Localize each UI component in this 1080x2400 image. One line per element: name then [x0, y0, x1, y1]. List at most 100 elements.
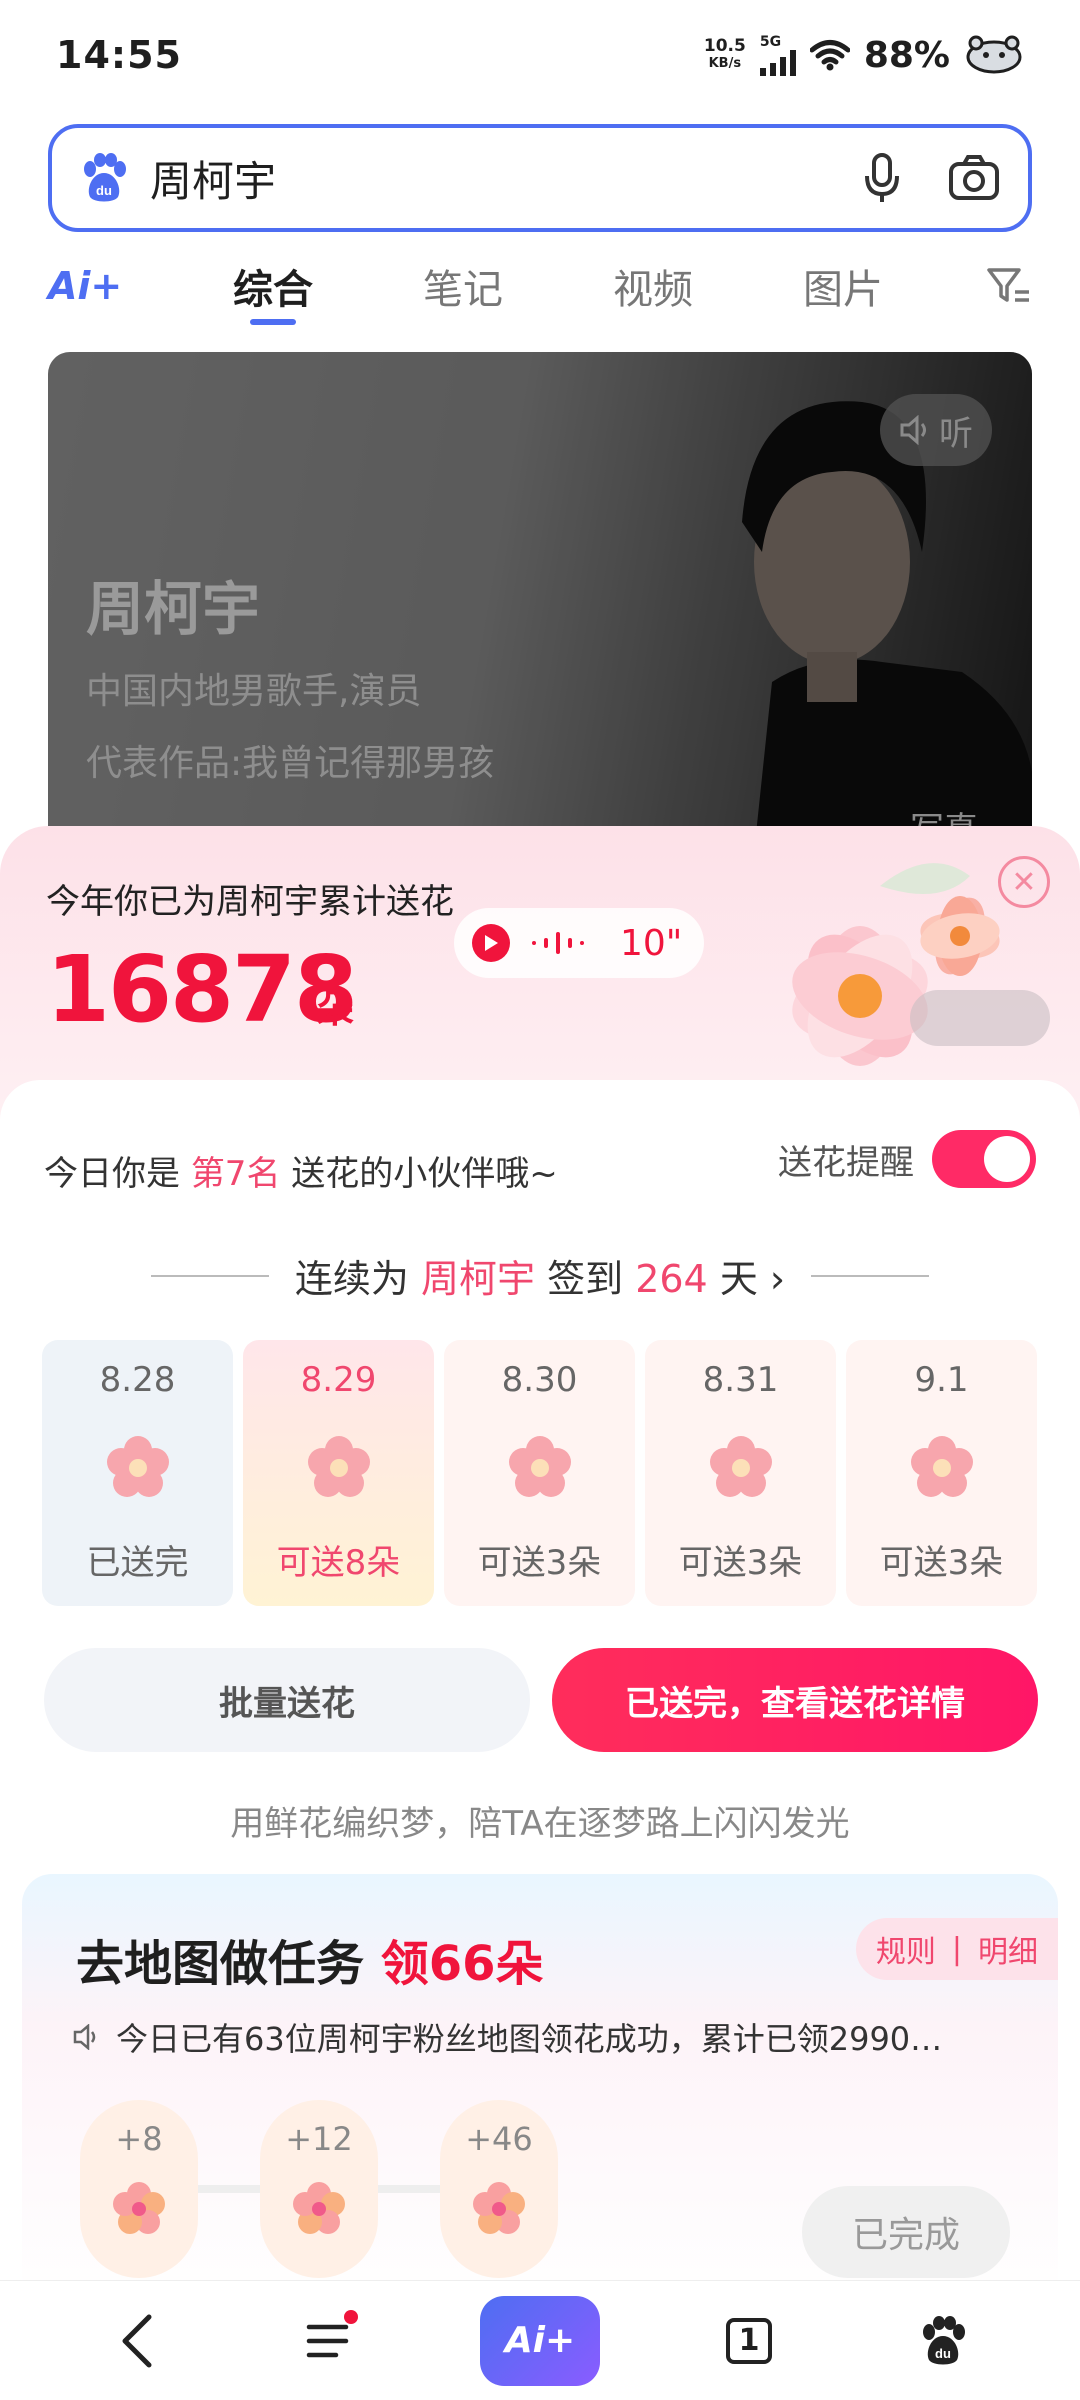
- status-bar: 14:55 10.5 KB/s 5G 88%: [0, 0, 1080, 110]
- tab-video[interactable]: 视频: [558, 257, 748, 315]
- day-status: 可送3朵: [879, 1543, 1004, 1583]
- notification-dot: [344, 2309, 358, 2324]
- net-speed-value: 10.5: [703, 36, 746, 56]
- streak-name: 周柯宇: [420, 1257, 535, 1301]
- day-status: 可送3朵: [477, 1543, 602, 1583]
- day-card[interactable]: 8.28 已送完: [42, 1340, 233, 1606]
- task-news: 今日已有63位周柯宇粉丝地图领花成功，累计已领2990…: [72, 2014, 1012, 2060]
- send-detail-button[interactable]: 已送完，查看送花详情: [552, 1648, 1038, 1752]
- tab-comprehensive[interactable]: 综合: [178, 257, 368, 325]
- flower-icon: [307, 1435, 370, 1497]
- reminder-toggle[interactable]: [932, 1130, 1036, 1188]
- menu-button[interactable]: [286, 2296, 376, 2386]
- chevron-right-icon: ›: [769, 1257, 786, 1301]
- celebrity-card[interactable]: 周柯宇 中国内地男歌手,演员 代表作品:我曾记得那男孩 听 写真: [48, 352, 1032, 872]
- streak-days: 264: [635, 1257, 708, 1301]
- flower-illustration: [792, 863, 1000, 1066]
- step-connector: [378, 2185, 440, 2193]
- flower-icon: [113, 2182, 165, 2234]
- signal-icon: 5G: [759, 34, 796, 76]
- tab-images[interactable]: 图片: [748, 257, 938, 315]
- day-card[interactable]: 9.1 可送3朵: [846, 1340, 1037, 1606]
- step-reward: +46: [465, 2120, 533, 2158]
- day-date: 8.31: [702, 1360, 779, 1400]
- day-date: 8.30: [501, 1360, 578, 1400]
- checkin-streak[interactable]: 连续为 周柯宇 签到 264 天 ›: [0, 1248, 1080, 1303]
- rank-prefix: 今日你是: [44, 1154, 180, 1194]
- listen-button[interactable]: 听: [880, 394, 992, 466]
- step-connector: [198, 2185, 260, 2193]
- rules-detail-pill: 规则 | 明细: [855, 1918, 1058, 1980]
- map-task-card: 去地图做任务 领66朵 规则 | 明细 今日已有63位周柯宇粉丝地图领花成功，累…: [22, 1874, 1058, 2304]
- search-tabs: Ai+ 综合 笔记 视频 图片: [0, 240, 1080, 332]
- flower-icon: [473, 2182, 525, 2234]
- search-bar[interactable]: du 周柯宇: [48, 124, 1032, 232]
- celebrity-subtitle: 中国内地男歌手,演员: [86, 671, 422, 712]
- task-steps: +8 +12 +46: [80, 2100, 558, 2278]
- celebrity-name: 周柯宇: [86, 575, 261, 643]
- status-right: 10.5 KB/s 5G 88%: [704, 34, 1024, 76]
- voice-message[interactable]: 10": [454, 908, 704, 978]
- microphone-icon[interactable]: [862, 152, 902, 204]
- rank-suffix: 送花的小伙伴哦~: [291, 1154, 558, 1194]
- day-card[interactable]: 8.31 可送3朵: [645, 1340, 836, 1606]
- streak-mid: 签到: [547, 1257, 624, 1301]
- mascot-icon: [966, 35, 1022, 74]
- ai-assistant-button[interactable]: Ai+: [480, 2295, 600, 2386]
- menu-icon: [306, 2324, 349, 2357]
- flower-icon: [106, 1435, 169, 1497]
- task-title-text: 去地图做任务: [76, 1936, 365, 1992]
- svg-text:du: du: [935, 2346, 951, 2361]
- net-type: 5G: [759, 34, 782, 50]
- tabs-button[interactable]: 1: [704, 2296, 794, 2386]
- chevron-left-icon: [122, 2314, 152, 2367]
- home-button[interactable]: du: [898, 2296, 988, 2386]
- blurred-pill: [910, 990, 1050, 1046]
- tab-notes[interactable]: 笔记: [368, 257, 558, 315]
- waveform-icon: [532, 932, 584, 954]
- day-date: 9.1: [914, 1360, 969, 1400]
- reminder-label: 送花提醒: [778, 1142, 914, 1183]
- listen-label: 听: [939, 413, 973, 454]
- flower-total-title: 今年你已为周柯宇累计送花: [46, 882, 454, 922]
- celebrity-works: 代表作品:我曾记得那男孩: [86, 743, 495, 784]
- close-button[interactable]: ✕: [998, 856, 1050, 908]
- flower-icon: [910, 1435, 973, 1497]
- play-icon: [472, 924, 510, 962]
- speaker-icon: [900, 415, 926, 445]
- streak-prefix: 连续为: [294, 1257, 409, 1301]
- step-reward: +8: [115, 2120, 163, 2158]
- filter-icon[interactable]: [986, 266, 1032, 306]
- status-time: 14:55: [56, 33, 182, 77]
- task-step: +46: [440, 2100, 558, 2278]
- divider-right: [811, 1274, 930, 1277]
- net-speed: 10.5 KB/s: [704, 37, 746, 73]
- day-card[interactable]: 8.30 可送3朵: [444, 1340, 635, 1606]
- task-done-button[interactable]: 已完成: [802, 2186, 1010, 2278]
- flower-total-unit: 朵: [316, 987, 355, 1031]
- batch-send-button[interactable]: 批量送花: [44, 1648, 530, 1752]
- separator: |: [951, 1931, 962, 1967]
- flower-panel: 今日你是 第7名 送花的小伙伴哦~ 送花提醒 连续为 周柯宇 签到 264 天 …: [0, 1080, 1080, 2400]
- day-date: 8.29: [300, 1360, 377, 1400]
- rules-link[interactable]: 规则: [876, 1927, 936, 1971]
- streak-suffix: 天: [719, 1257, 758, 1301]
- flower-icon: [709, 1435, 772, 1497]
- day-status: 可送8朵: [276, 1543, 401, 1583]
- wifi-icon: [809, 40, 850, 71]
- day-status: 可送3朵: [678, 1543, 803, 1583]
- tab-count: 1: [726, 2317, 772, 2364]
- day-card[interactable]: 8.29 可送8朵: [243, 1340, 434, 1606]
- detail-link[interactable]: 明细: [978, 1927, 1038, 1971]
- baidu-paw-icon: du: [923, 2315, 965, 2364]
- search-query[interactable]: 周柯宇: [150, 148, 276, 209]
- task-step: +12: [260, 2100, 378, 2278]
- camera-icon[interactable]: [948, 154, 1000, 202]
- svg-text:du: du: [96, 183, 112, 198]
- ai-tab[interactable]: Ai+: [48, 264, 178, 308]
- back-button[interactable]: [92, 2296, 182, 2386]
- divider-left: [150, 1274, 269, 1277]
- flower-icon: [293, 2182, 345, 2234]
- daily-rank: 今日你是 第7名 送花的小伙伴哦~: [44, 1146, 558, 1195]
- baidu-paw-icon: du: [84, 153, 126, 202]
